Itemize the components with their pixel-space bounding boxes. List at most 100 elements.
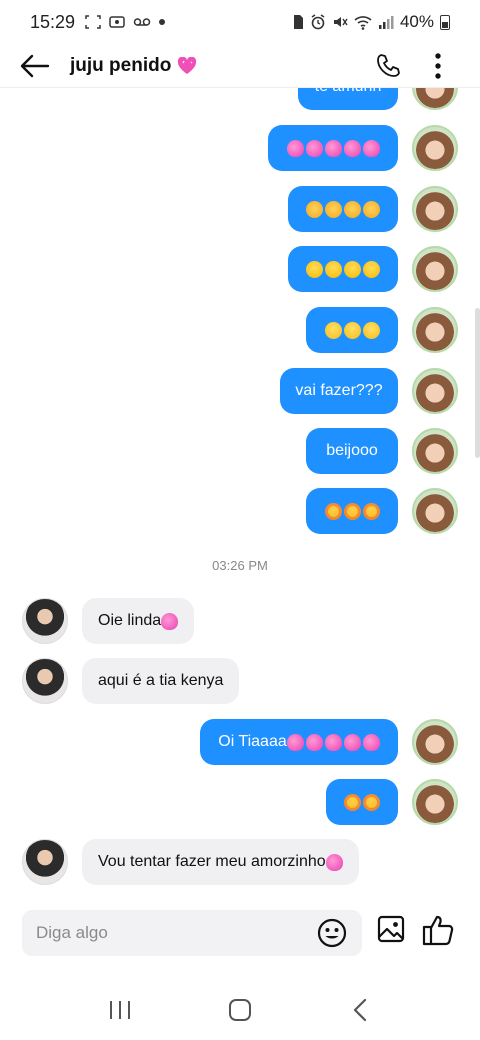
kissing-face-icon	[343, 321, 361, 339]
message-text: beijooo	[326, 442, 378, 459]
more-options-button[interactable]	[420, 48, 456, 84]
call-button[interactable]	[370, 48, 406, 84]
header-actions	[370, 48, 480, 84]
scrollbar[interactable]	[475, 308, 480, 458]
message-bubble[interactable]: Oi Tiaaaa	[200, 719, 398, 765]
contact-avatar[interactable]	[22, 839, 68, 885]
smiley-icon	[317, 918, 347, 948]
tongue-face-icon	[344, 260, 361, 278]
weary-cat-icon	[363, 200, 380, 218]
sim-icon	[293, 15, 303, 29]
battery-icon	[440, 14, 450, 30]
message-text: Vou tentar fazer meu amorzinho	[98, 853, 326, 870]
phone-icon	[377, 53, 400, 77]
kissing-face-icon	[362, 321, 380, 339]
heart-eyes-icon	[344, 793, 361, 811]
message-text: vai fazer???	[295, 382, 383, 399]
message-row-outgoing	[0, 125, 480, 173]
sparkling-heart-icon	[305, 733, 323, 751]
my-avatar[interactable]	[412, 488, 458, 534]
emoji-group	[306, 260, 380, 278]
thumbs-up-icon	[422, 915, 454, 946]
voicemail-icon	[133, 18, 151, 26]
sparkling-heart-icon	[324, 733, 342, 751]
timestamp-separator: 03:26 PM	[212, 558, 268, 573]
message-row-outgoing	[0, 186, 480, 234]
message-row-outgoing	[0, 488, 480, 536]
tongue-face-icon	[363, 260, 380, 278]
message-row-incoming: Vou tentar fazer meu amorzinho	[0, 839, 480, 887]
my-avatar[interactable]	[412, 88, 458, 110]
heart-eyes-cat-icon	[343, 502, 361, 520]
recents-button[interactable]	[90, 988, 150, 1032]
message-list[interactable]: te amuhh	[0, 88, 480, 900]
sparkling-heart-icon	[362, 733, 380, 751]
contact-avatar[interactable]	[22, 598, 68, 644]
message-input-container[interactable]	[22, 910, 362, 956]
emoji-button[interactable]	[316, 917, 348, 954]
message-row-incoming: Oie linda	[0, 598, 480, 646]
pink-heart-icon	[325, 853, 343, 871]
message-bubble[interactable]: te amuhh	[298, 88, 398, 110]
message-row-outgoing: beijooo	[0, 428, 480, 476]
sparkling-heart-icon	[161, 612, 179, 630]
message-bubble[interactable]	[288, 186, 398, 232]
message-bubble[interactable]: Oie linda	[82, 598, 195, 644]
screenshot-icon	[85, 15, 101, 29]
contact-name: juju penido	[70, 54, 172, 76]
signal-icon	[378, 16, 394, 29]
image-icon	[377, 915, 405, 943]
message-bubble[interactable]: vai fazer???	[280, 368, 398, 414]
emoji-group	[344, 793, 380, 811]
emoji-group	[324, 321, 380, 339]
message-text: aqui é a tia kenya	[98, 672, 224, 689]
message-bubble[interactable]: aqui é a tia kenya	[82, 658, 240, 704]
contact-title[interactable]: juju penido	[70, 55, 197, 77]
my-avatar[interactable]	[412, 368, 458, 414]
status-left: 15:29	[30, 12, 166, 33]
message-bubble[interactable]	[306, 307, 398, 353]
sparkling-heart-icon	[305, 139, 323, 157]
battery-percent: 40%	[399, 12, 434, 31]
sparkling-heart-icon	[362, 139, 380, 157]
alarm-icon	[311, 14, 325, 30]
my-avatar[interactable]	[412, 246, 458, 292]
nav-back-button[interactable]	[330, 988, 390, 1032]
my-avatar[interactable]	[412, 779, 458, 825]
message-text: Oi Tiaaaa	[218, 733, 287, 750]
message-input[interactable]	[36, 923, 306, 943]
nav-back-icon	[353, 998, 367, 1022]
my-avatar[interactable]	[412, 307, 458, 353]
like-button[interactable]	[422, 914, 456, 951]
arrow-left-icon	[20, 54, 50, 77]
message-row-outgoing	[0, 246, 480, 294]
my-avatar[interactable]	[412, 719, 458, 765]
heart-eyes-cat-icon	[362, 502, 380, 520]
message-bubble[interactable]	[288, 246, 398, 292]
message-bubble[interactable]	[268, 125, 398, 171]
my-avatar[interactable]	[412, 428, 458, 474]
gallery-button[interactable]	[376, 914, 406, 949]
my-avatar[interactable]	[412, 125, 458, 171]
message-bubble[interactable]	[326, 779, 398, 825]
home-icon	[229, 999, 251, 1021]
notification-dot-icon	[159, 19, 166, 25]
my-avatar[interactable]	[412, 186, 458, 232]
message-text: te amuhh	[315, 88, 382, 96]
contact-avatar[interactable]	[22, 658, 68, 704]
system-nav-bar	[0, 980, 480, 1040]
heart-eyes-cat-icon	[324, 502, 342, 520]
message-text: Oie linda	[98, 612, 162, 629]
message-row-outgoing: te amuhh	[0, 88, 480, 112]
message-bubble[interactable]	[306, 488, 398, 534]
weary-cat-icon	[344, 200, 361, 218]
back-button[interactable]	[0, 44, 70, 88]
message-row-outgoing	[0, 307, 480, 355]
heart-eyes-icon	[363, 793, 380, 811]
message-bubble[interactable]: Vou tentar fazer meu amorzinho	[82, 839, 359, 885]
message-bubble[interactable]: beijooo	[306, 428, 398, 474]
tongue-face-icon	[306, 260, 323, 278]
status-bar: 15:29 40%	[0, 0, 480, 44]
home-button[interactable]	[210, 988, 270, 1032]
sparkling-heart-icon	[286, 733, 304, 751]
